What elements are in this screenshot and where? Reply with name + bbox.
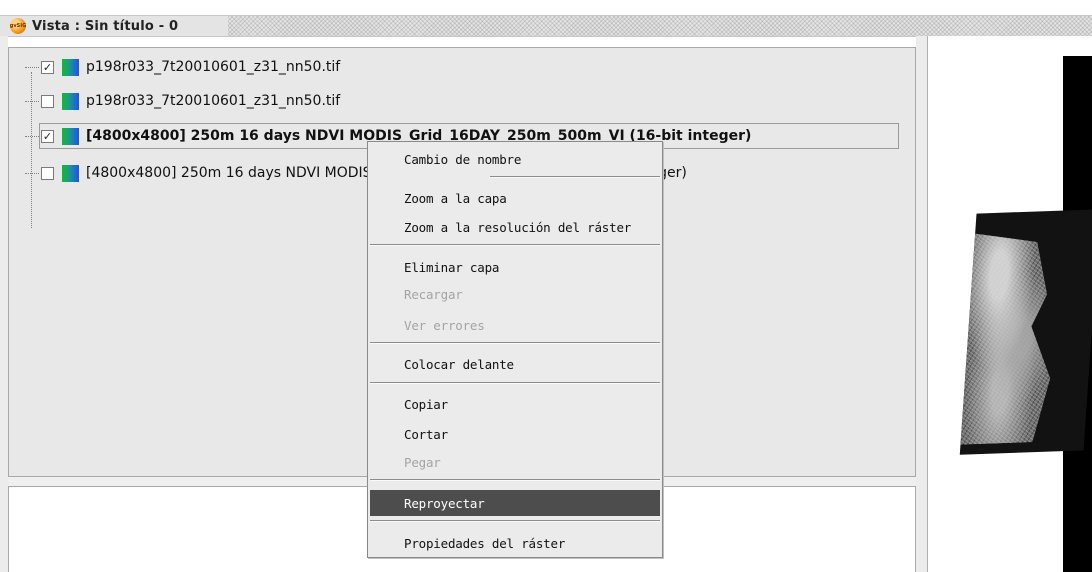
- raster-landsat-scene: [959, 209, 1092, 455]
- layer-visibility-checkbox[interactable]: [41, 94, 54, 108]
- raster-layer-icon: [62, 92, 79, 110]
- raster-layer-icon: [62, 164, 79, 182]
- menu-item-zoom-to-layer[interactable]: Zoom a la capa: [370, 187, 660, 209]
- layer-name: p198r033_7t20010601_z31_nn50.tif: [86, 59, 341, 75]
- raster-layer-icon: [62, 58, 79, 76]
- menu-separator: [370, 520, 660, 522]
- tree-branch-line: [25, 173, 39, 174]
- raster-layer-icon: [62, 127, 79, 145]
- window-title-bar[interactable]: gvSIG Vista : Sin título - 0: [0, 15, 1092, 37]
- menu-item-zoom-raster-resolution[interactable]: Zoom a la resolución del ráster: [370, 216, 660, 238]
- menu-item-delete-layer[interactable]: Eliminar capa: [370, 256, 660, 278]
- layer-visibility-checkbox[interactable]: ✓: [41, 129, 54, 143]
- layer-row[interactable]: p198r033_7t20010601_z31_nn50.tif: [25, 90, 341, 112]
- tree-branch-line: [25, 136, 39, 137]
- check-mark-icon: ✓: [42, 60, 53, 74]
- menu-item-reproject[interactable]: Reproyectar: [370, 490, 660, 516]
- tree-connector-line: [31, 72, 32, 228]
- menu-item-rename[interactable]: Cambio de nombre: [370, 148, 660, 170]
- menu-separator: [490, 176, 660, 178]
- menu-separator: [370, 342, 660, 344]
- menu-separator: [370, 382, 660, 384]
- check-mark-icon: ✓: [42, 129, 53, 143]
- menu-item-bring-front[interactable]: Colocar delante: [370, 353, 660, 375]
- menu-item-view-errors[interactable]: Ver errores: [370, 314, 660, 336]
- menu-item-raster-properties[interactable]: Propiedades del ráster: [370, 532, 660, 554]
- vertical-splitter[interactable]: [916, 36, 928, 572]
- window-title: Vista : Sin título - 0: [32, 18, 179, 34]
- window-title-group: gvSIG Vista : Sin título - 0: [0, 16, 228, 36]
- tree-branch-line: [25, 101, 39, 102]
- menu-item-cut[interactable]: Cortar: [370, 423, 660, 445]
- gvsig-sun-icon: gvSIG: [10, 18, 26, 34]
- layer-row[interactable]: ✓ p198r033_7t20010601_z31_nn50.tif: [25, 56, 341, 78]
- menu-separator: [370, 479, 660, 481]
- menu-item-copy[interactable]: Copiar: [370, 393, 660, 415]
- menu-item-reload[interactable]: Recargar: [370, 283, 660, 305]
- app-icon-text: gvSIG: [9, 23, 27, 29]
- layer-visibility-checkbox[interactable]: [41, 166, 54, 180]
- layer-visibility-checkbox[interactable]: ✓: [41, 60, 54, 74]
- layer-context-menu: Cambio de nombre Zoom a la capa Zoom a l…: [367, 141, 663, 558]
- layer-name: p198r033_7t20010601_z31_nn50.tif: [86, 93, 341, 109]
- left-border: [0, 36, 8, 572]
- raster-land-texture: [960, 231, 1064, 445]
- menu-item-paste[interactable]: Pegar: [370, 451, 660, 473]
- tree-branch-line: [25, 67, 39, 68]
- map-view[interactable]: [928, 36, 1092, 572]
- menu-separator: [370, 244, 660, 246]
